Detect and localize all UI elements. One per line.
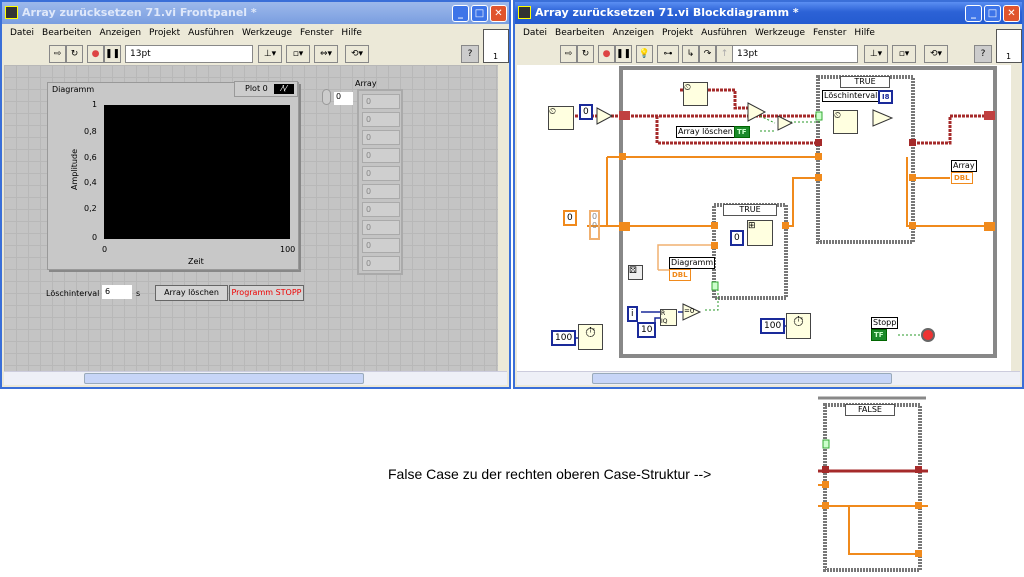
case-selector-top[interactable]: TRUE	[840, 76, 890, 88]
case-selector-false[interactable]: FALSE	[845, 404, 895, 416]
insert-index-constant[interactable]: 0	[730, 230, 744, 246]
clear-terminal-label: Array löschen	[676, 126, 735, 138]
tunnel	[915, 550, 922, 557]
tunnel	[909, 139, 916, 146]
case-structure-inner	[712, 203, 788, 300]
tunnel	[711, 242, 718, 249]
false-case-wires	[818, 470, 928, 555]
init-index-constant[interactable]: 0	[563, 210, 577, 226]
insert-into-array-icon: ⊞	[747, 220, 773, 246]
tunnel	[815, 174, 822, 181]
constant-ten[interactable]: 10	[637, 322, 657, 338]
tunnel	[915, 466, 922, 473]
equal-zero-label: =0	[684, 307, 695, 315]
wire-time	[575, 88, 988, 145]
clear-terminal[interactable]: TF	[734, 126, 750, 138]
add-function-icon	[596, 107, 614, 125]
wire-array-shift	[587, 156, 990, 227]
case-selector-value: TRUE	[739, 205, 761, 214]
case-selector-terminal	[815, 111, 823, 121]
random-number-icon: ⚄	[628, 265, 643, 280]
iteration-terminal: i	[627, 306, 638, 322]
case-structure-false	[823, 403, 922, 572]
stop-terminal-label: Stopp	[871, 317, 899, 329]
tunnel	[915, 502, 922, 509]
tunnel	[909, 222, 916, 229]
case-selector-terminal	[822, 439, 830, 449]
case-selector-terminal	[711, 281, 719, 291]
array-constant-element: 0	[591, 212, 598, 221]
array-constant[interactable]: 00	[589, 210, 600, 240]
tick-count-icon: ⏲	[683, 82, 708, 106]
shift-register-right	[984, 222, 995, 231]
shift-register-left	[619, 111, 630, 120]
tunnel	[815, 153, 822, 160]
tick-count-icon: ⏲	[833, 110, 858, 134]
wait-ms-icon: ⏱	[786, 313, 811, 339]
wait-ms-icon: ⏱	[578, 324, 603, 350]
greater-function-icon	[747, 102, 767, 122]
tunnel	[822, 502, 829, 509]
tick-count-icon: ⏲	[548, 106, 574, 130]
shift-register-left	[619, 222, 630, 231]
tunnel	[782, 222, 789, 229]
tunnel	[619, 153, 626, 160]
chart-terminal-label: Diagramm	[669, 257, 716, 269]
tunnel	[909, 174, 916, 181]
wait-constant[interactable]: 100	[760, 318, 786, 334]
array-constant-element: 0	[591, 221, 598, 230]
tunnel	[815, 139, 822, 146]
quotient-label: IQ	[661, 318, 668, 325]
add-function-icon	[872, 109, 894, 127]
tunnel	[822, 466, 829, 473]
interval-terminal-label: Löschintervall	[822, 90, 882, 102]
stop-terminal[interactable]: TF	[871, 329, 887, 341]
shift-register-right	[984, 111, 995, 120]
caption-text: False Case zu der rechten oberen Case-St…	[388, 466, 712, 482]
interval-terminal[interactable]: I8	[878, 90, 894, 104]
case-selector-value: TRUE	[854, 77, 876, 86]
chart-terminal[interactable]: DBL	[669, 269, 691, 281]
wait-constant[interactable]: 100	[551, 330, 577, 346]
case-selector-inner[interactable]: TRUE	[723, 204, 777, 216]
remainder-label: R	[661, 310, 666, 317]
array-terminal[interactable]: DBL	[951, 172, 973, 184]
constant-zero[interactable]: 0	[579, 104, 593, 120]
quotient-remainder-icon: R IQ	[660, 309, 677, 326]
stop-condition-icon	[921, 328, 935, 342]
case-selector-value: FALSE	[858, 405, 882, 414]
tunnel	[822, 481, 829, 488]
or-function-icon	[777, 115, 794, 131]
array-terminal-label: Array	[951, 160, 977, 172]
tunnel	[711, 222, 718, 229]
